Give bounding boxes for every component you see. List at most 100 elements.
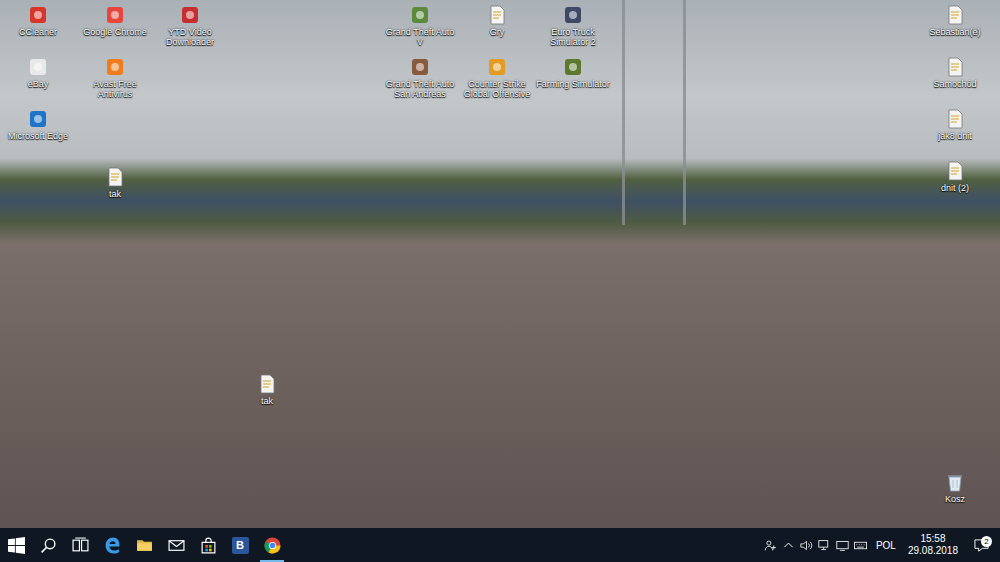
app-icon[interactable] [28,5,48,25]
app-icon[interactable] [105,57,125,77]
icon-label[interactable]: Google Chrome [83,27,147,37]
desktop-icon[interactable]: tak [77,165,153,199]
document-icon[interactable] [257,374,277,394]
app-icon[interactable] [487,57,507,77]
desktop-icon[interactable]: Grand Theft Auto San Andreas [382,55,458,100]
chrome-icon[interactable] [264,537,281,554]
desktop-icon[interactable]: jak8 dnit [917,107,993,141]
app-tile [565,59,581,75]
document-icon[interactable] [945,5,965,25]
desktop-icon[interactable]: YTD Video Downloader [152,3,228,48]
desktop-icon[interactable]: CCleaner [0,3,76,37]
app-tile [182,7,198,23]
chrome-button[interactable] [256,528,288,562]
app-icon[interactable] [28,5,48,25]
icon-label[interactable]: Counter Strike Global Offensive [460,79,534,100]
clock-time: 15:58 [908,533,958,545]
wallpaper-photo [622,0,686,225]
app-icon[interactable]: B [232,537,249,554]
app-icon[interactable] [28,109,48,129]
desktop-icon[interactable]: Grand Theft Auto V [382,3,458,48]
desktop-icon[interactable]: Samochód [917,55,993,89]
people-icon[interactable] [763,539,779,552]
app-icon[interactable] [410,5,430,25]
desktop-icon[interactable]: Google Chrome [77,3,153,37]
search-button[interactable] [32,528,64,562]
app-icon[interactable] [105,5,125,25]
icon-label[interactable]: Avast Free Antivirus [78,79,152,100]
icon-label[interactable]: Microsoft Edge [8,131,68,141]
edge-button[interactable] [96,528,128,562]
edge-icon[interactable] [104,537,121,554]
network-icon[interactable] [817,539,833,552]
app-icon[interactable] [105,5,125,25]
mail-icon[interactable] [168,537,185,554]
store-button[interactable] [192,528,224,562]
explorer-icon[interactable] [136,537,153,554]
icon-label[interactable]: Grand Theft Auto V [383,27,457,48]
app-icon[interactable] [28,57,48,77]
desktop-icon[interactable]: tak [229,372,305,406]
icon-label[interactable]: eBay [28,79,49,89]
desktop-icon[interactable]: Avast Free Antivirus [77,55,153,100]
bin-icon[interactable] [945,472,965,492]
icon-label[interactable]: tak [109,189,121,199]
document-icon[interactable] [487,5,507,25]
document-icon[interactable] [945,109,965,129]
store-icon[interactable] [200,537,217,554]
app-icon[interactable] [563,5,583,25]
app-icon[interactable] [180,5,200,25]
taskview-button[interactable] [64,528,96,562]
desktop-icon[interactable]: dnit (2) [917,159,993,193]
icon-label[interactable]: dnit (2) [941,183,969,193]
icon-label[interactable]: Euro Truck Simulator 2 [536,27,610,48]
app-icon[interactable] [410,5,430,25]
app-tile [107,59,123,75]
display-icon[interactable] [835,539,851,552]
app-icon[interactable] [28,57,48,77]
mail-button[interactable] [160,528,192,562]
desktop-icon[interactable]: Euro Truck Simulator 2 [535,3,611,48]
desktop-icon[interactable]: eBay [0,55,76,89]
desktop-icon[interactable]: Kosz [917,470,993,504]
app-icon[interactable] [563,5,583,25]
desktop-icon[interactable]: Sebastian(e) [917,3,993,37]
desktop-icon[interactable]: Gry [459,3,535,37]
icon-label[interactable]: Kosz [945,494,965,504]
app-icon[interactable] [28,109,48,129]
icon-label[interactable]: YTD Video Downloader [153,27,227,48]
icon-label[interactable]: Samochód [933,79,976,89]
search-icon[interactable] [40,537,57,554]
app-icon[interactable] [563,57,583,77]
desktop-icon[interactable]: Farming Simulator [535,55,611,89]
icon-label[interactable]: Grand Theft Auto San Andreas [383,79,457,100]
document-icon[interactable] [105,167,125,187]
chevron-up-icon[interactable] [781,539,797,552]
start-button[interactable] [0,528,32,562]
language-indicator[interactable]: POL [870,538,902,553]
desktop-icon[interactable]: Counter Strike Global Offensive [459,55,535,100]
icon-label[interactable]: CCleaner [19,27,57,37]
document-icon[interactable] [945,161,965,181]
letter-button[interactable]: B [224,528,256,562]
desktop-icon[interactable]: Microsoft Edge [0,107,76,141]
app-icon[interactable] [563,57,583,77]
explorer-button[interactable] [128,528,160,562]
app-icon[interactable] [487,57,507,77]
document-icon[interactable] [945,57,965,77]
app-icon[interactable] [105,57,125,77]
icon-label[interactable]: Gry [490,27,505,37]
app-icon[interactable] [410,57,430,77]
icon-label[interactable]: Sebastian(e) [929,27,980,37]
volume-icon[interactable] [799,539,815,552]
app-icon[interactable] [410,57,430,77]
clock[interactable]: 15:5829.08.2018 [902,533,964,557]
taskview-icon[interactable] [72,537,89,554]
icon-label[interactable]: tak [261,396,273,406]
action-center-button[interactable]: 2 [964,538,998,553]
icon-label[interactable]: Farming Simulator [536,79,610,89]
app-icon[interactable] [180,5,200,25]
start-icon[interactable] [8,537,25,554]
keyboard-icon[interactable] [853,539,869,552]
icon-label[interactable]: jak8 dnit [938,131,972,141]
